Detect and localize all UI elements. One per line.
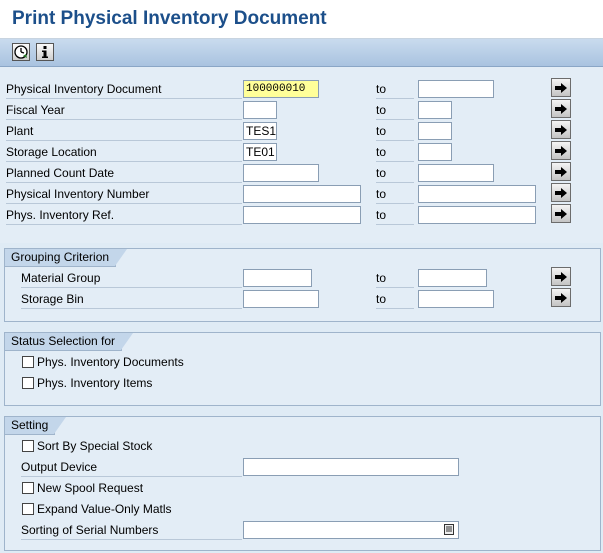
storage-location-from-input[interactable]: TE01 [243,143,277,161]
phys-inv-documents-checkbox[interactable] [22,356,34,368]
new-spool-request-checkbox[interactable] [22,482,34,494]
arrow-right-icon [555,124,567,135]
row-label-fiscal-year: Fiscal Year [6,100,242,120]
info-icon [42,46,48,58]
multiple-selection-button[interactable] [551,288,571,307]
storage-bin-from-input[interactable] [243,290,319,308]
fiscal-year-to-input[interactable] [418,101,452,119]
to-label: to [376,79,414,99]
page-title: Print Physical Inventory Document [12,8,327,29]
row-label-phys-inv-doc: Physical Inventory Document [6,79,242,99]
sort-special-stock-label: Sort By Special Stock [37,439,153,453]
expand-value-only-label: Expand Value-Only Matls [37,502,172,516]
to-label: to [376,100,414,120]
multiple-selection-button[interactable] [551,141,571,160]
output-device-label: Output Device [21,457,242,477]
multiple-selection-button[interactable] [551,183,571,202]
to-label: to [376,142,414,162]
application-toolbar [0,39,603,67]
arrow-right-icon [555,145,567,156]
row-label-phys-inv-ref: Phys. Inventory Ref. [6,205,242,225]
new-spool-request-label: New Spool Request [37,481,144,495]
output-device-input[interactable] [243,458,459,476]
group-title: Grouping Criterion [5,249,128,267]
arrow-right-icon [555,292,567,303]
arrow-right-icon [555,166,567,177]
to-label: to [376,289,414,309]
to-label: to [376,268,414,288]
arrow-right-icon [555,82,567,93]
phys-inv-ref-from-input[interactable] [243,206,361,224]
to-label: to [376,163,414,183]
multiple-selection-button[interactable] [551,162,571,181]
row-label-storage-bin: Storage Bin [21,289,242,309]
phys-inv-ref-to-input[interactable] [418,206,536,224]
multiple-selection-button[interactable] [551,204,571,223]
arrow-right-icon [555,103,567,114]
execute-button[interactable] [12,43,30,61]
planned-count-date-to-input[interactable] [418,164,494,182]
phys-inv-doc-to-input[interactable] [418,80,494,98]
phys-inv-items-checkbox[interactable] [22,377,34,389]
sorting-serial-numbers-select[interactable] [243,521,459,539]
phys-inv-number-to-input[interactable] [418,185,536,203]
arrow-right-icon [555,187,567,198]
phys-inv-documents-label: Phys. Inventory Documents [37,355,184,369]
multiple-selection-button[interactable] [551,78,571,97]
to-label: to [376,205,414,225]
material-group-from-input[interactable] [243,269,312,287]
status-selection-group: Status Selection for Phys. Inventory Doc… [4,332,601,406]
plant-to-input[interactable] [418,122,452,140]
planned-count-date-from-input[interactable] [243,164,319,182]
multiple-selection-button[interactable] [551,267,571,286]
row-label-material-group: Material Group [21,268,242,288]
phys-inv-items-label: Phys. Inventory Items [37,376,153,390]
phys-inv-number-from-input[interactable] [243,185,361,203]
row-label-plant: Plant [6,121,242,141]
sorting-serial-numbers-label: Sorting of Serial Numbers [21,520,242,540]
selection-area: Physical Inventory Document 100000010 to… [0,67,603,243]
arrow-right-icon [555,208,567,219]
info-button[interactable] [36,43,54,61]
setting-group: Setting Sort By Special Stock Output Dev… [4,416,601,551]
multiple-selection-button[interactable] [551,120,571,139]
execute-clock-icon [14,45,28,59]
row-label-planned-count-date: Planned Count Date [6,163,242,183]
to-label: to [376,121,414,141]
arrow-right-icon [555,271,567,282]
grouping-criterion-group: Grouping Criterion Material Group to Sto… [4,248,601,322]
sort-special-stock-checkbox[interactable] [22,440,34,452]
storage-location-to-input[interactable] [418,143,452,161]
group-title: Setting [5,417,67,435]
plant-from-input[interactable]: TES1 [243,122,277,140]
title-bar: Print Physical Inventory Document [0,0,603,39]
storage-bin-to-input[interactable] [418,290,494,308]
row-label-storage-location: Storage Location [6,142,242,162]
multiple-selection-button[interactable] [551,99,571,118]
dropdown-list-icon[interactable] [444,524,454,535]
phys-inv-doc-from-input[interactable]: 100000010 [243,80,319,98]
group-title: Status Selection for [5,333,134,351]
fiscal-year-from-input[interactable] [243,101,277,119]
row-label-phys-inv-number: Physical Inventory Number [6,184,242,204]
to-label: to [376,184,414,204]
expand-value-only-checkbox[interactable] [22,503,34,515]
material-group-to-input[interactable] [418,269,487,287]
